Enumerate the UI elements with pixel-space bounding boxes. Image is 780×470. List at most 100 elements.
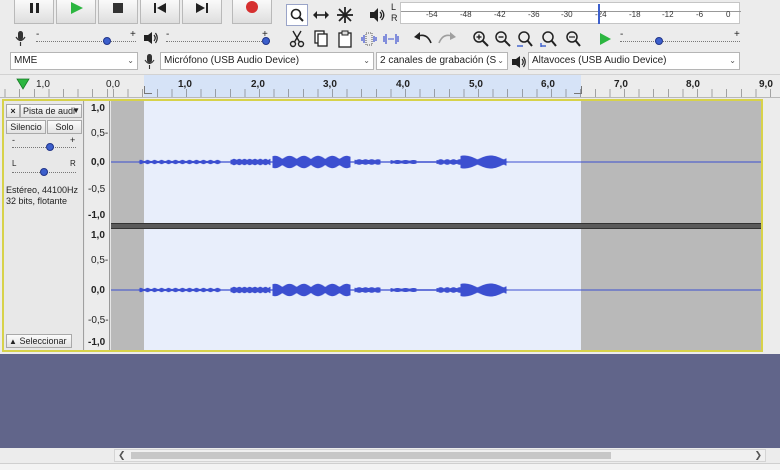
meter-scale-label: -36	[528, 10, 540, 19]
fit-project-button[interactable]	[538, 28, 560, 50]
meter-scale-label: -6	[696, 10, 704, 19]
playback-volume-slider[interactable]	[166, 41, 270, 42]
fit-selection-icon	[517, 31, 533, 47]
meter-scale-label: -42	[494, 10, 506, 19]
speed-minus: -	[620, 29, 624, 40]
paste-icon	[338, 30, 352, 48]
zoom-out-button[interactable]	[492, 28, 514, 50]
scrollbar-thumb[interactable]	[131, 452, 611, 459]
record-button[interactable]	[232, 0, 272, 24]
chevron-down-icon: ⌄	[497, 56, 504, 65]
track-gain-knob[interactable]	[46, 143, 54, 151]
undo-button[interactable]	[412, 28, 434, 50]
zoom-tool-icon	[290, 8, 304, 22]
zoom-tool-button[interactable]	[286, 4, 308, 26]
track-name: Pista de audi	[23, 106, 76, 116]
amplitude-label: -0,5-	[88, 315, 109, 326]
zoom-in-button[interactable]	[470, 28, 492, 50]
speaker-icon	[370, 8, 385, 22]
fit-selection-button[interactable]	[514, 28, 536, 50]
undo-icon	[414, 32, 432, 44]
track-menu-arrow-icon: ▼	[72, 106, 80, 115]
playback-speed-knob[interactable]	[655, 37, 663, 45]
scissors-icon	[289, 30, 305, 48]
silence-icon	[383, 34, 399, 44]
cut-button[interactable]	[286, 28, 308, 50]
timeline-play-head-icon[interactable]	[16, 78, 30, 90]
zoom-toggle-icon	[566, 31, 581, 47]
amplitude-label: 0,0	[91, 285, 105, 296]
meter-scale-label: -48	[460, 10, 472, 19]
volume-meter-button[interactable]	[366, 4, 388, 26]
track-pan-knob[interactable]	[40, 168, 48, 176]
meter-playhead-marker	[598, 4, 601, 24]
pan-right-label: R	[70, 159, 76, 168]
track-select-button[interactable]: ▲ Seleccionar	[6, 334, 72, 348]
mute-button[interactable]: Silencio	[6, 120, 46, 134]
pause-icon	[30, 3, 39, 13]
track-info-bitdepth: 32 bits, flotante	[6, 196, 68, 206]
play-button[interactable]	[56, 0, 96, 24]
trim-audio-button[interactable]	[358, 28, 380, 50]
ruler-label: 7,0	[614, 79, 628, 90]
ruler-label: 6,0	[541, 79, 555, 90]
recording-device-select[interactable]: Micrófono (USB Audio Device) ⌄	[160, 52, 374, 70]
play-at-speed-button[interactable]	[594, 28, 616, 50]
stop-button[interactable]	[98, 0, 138, 24]
playback-speed-slider[interactable]	[620, 41, 740, 42]
audio-host-select[interactable]: MME ⌄	[10, 52, 138, 70]
chevron-down-icon: ⌄	[363, 56, 370, 65]
silence-audio-button[interactable]	[380, 28, 402, 50]
collapse-arrow-icon: ▲	[9, 337, 17, 346]
meter-lr-top: L	[391, 2, 397, 12]
chevron-down-icon: ⌄	[729, 56, 736, 65]
multi-tool-icon	[337, 7, 353, 23]
play-icon	[71, 2, 83, 14]
redo-button[interactable]	[436, 28, 458, 50]
horizontal-scrollbar[interactable]: ❮ ❯	[114, 449, 766, 462]
recording-channels-select[interactable]: 2 canales de grabación (S ⌄	[376, 52, 508, 70]
pan-left-label: L	[12, 159, 17, 168]
copy-icon	[314, 30, 328, 47]
amplitude-label: -1,0	[88, 337, 106, 348]
scroll-right-icon[interactable]: ❯	[754, 450, 762, 461]
ruler-label: 3,0	[323, 79, 337, 90]
recording-volume-slider[interactable]	[36, 41, 136, 42]
empty-track-area[interactable]	[0, 354, 780, 448]
amplitude-label: 1,0	[91, 230, 105, 241]
scroll-left-icon[interactable]: ❮	[118, 450, 126, 461]
amplitude-label: 0,0	[91, 157, 105, 168]
track-gain-slider[interactable]	[12, 147, 76, 148]
skip-to-start-button[interactable]	[140, 0, 180, 24]
zoom-toggle-button[interactable]	[562, 28, 584, 50]
meter-lr-bottom: R	[391, 13, 398, 23]
selection-start-marker[interactable]	[144, 86, 152, 94]
waveform-envelope	[138, 155, 508, 169]
track-name-menu[interactable]: Pista de audi ▼	[20, 104, 82, 118]
playback-device-speaker-icon	[511, 55, 527, 69]
amplitude-label: -0,5	[88, 184, 106, 195]
skip-to-end-button[interactable]	[182, 0, 222, 24]
ruler-label: 1,0	[36, 79, 50, 90]
track-close-button[interactable]: ×	[6, 104, 20, 118]
meter-scale-label: -30	[561, 10, 573, 19]
playback-volume-knob[interactable]	[262, 37, 270, 45]
copy-button[interactable]	[310, 28, 332, 50]
multi-tool-button[interactable]	[334, 4, 356, 26]
time-shift-tool-button[interactable]	[310, 4, 332, 26]
meter-scale-label: -12	[662, 10, 674, 19]
track-select-label: Seleccionar	[19, 336, 67, 346]
recording-volume-knob[interactable]	[103, 37, 111, 45]
recording-channels-value: 2 canales de grabación (S	[380, 55, 497, 66]
solo-button[interactable]: Solo	[47, 120, 82, 134]
fit-project-icon	[540, 31, 557, 47]
meter-scale-label: -18	[629, 10, 641, 19]
paste-button[interactable]	[334, 28, 356, 50]
pause-button[interactable]	[14, 0, 54, 24]
zoom-in-icon	[473, 31, 489, 47]
track-control-panel[interactable]: × Pista de audi ▼ Silencio Solo - + L R …	[4, 101, 84, 350]
ruler-label: 5,0	[469, 79, 483, 90]
playback-device-select[interactable]: Altavoces (USB Audio Device) ⌄	[528, 52, 740, 70]
waveform	[111, 155, 761, 297]
selection-end-marker[interactable]	[574, 86, 582, 94]
